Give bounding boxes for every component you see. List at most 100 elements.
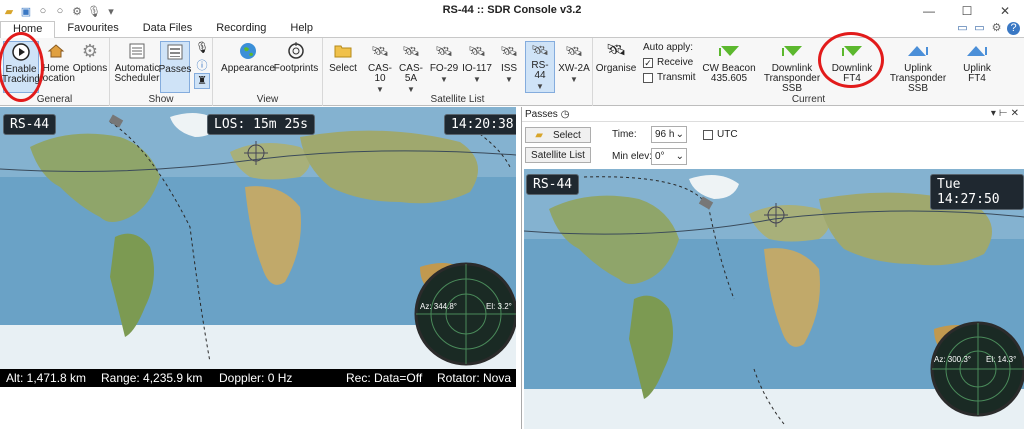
status-bar: Alt: 1,471.8 km Range: 4,235.9 km Dopple… bbox=[0, 369, 516, 387]
close-icon[interactable]: ✕ bbox=[986, 0, 1024, 22]
min-elev-select[interactable]: 0° ⌄ bbox=[651, 148, 687, 165]
satellite-iss-label: ISS bbox=[500, 63, 518, 74]
folder-icon: ▰ bbox=[535, 129, 543, 141]
chevron-down-icon[interactable]: ▾ bbox=[991, 108, 999, 119]
uplink-transponder-ssb-button[interactable]: Uplink Transponder SSB bbox=[883, 41, 953, 94]
minimize-icon[interactable]: — bbox=[910, 0, 948, 22]
gear-icon[interactable]: ⚙ bbox=[990, 22, 1003, 35]
satellite-iss[interactable]: 🛰 ISS ▼ bbox=[496, 41, 522, 85]
gear-icon[interactable]: ⚙ bbox=[70, 4, 84, 18]
time-value: 96 h bbox=[655, 129, 675, 140]
chevron-down-icon[interactable]: ▼ bbox=[473, 75, 481, 85]
world-map[interactable] bbox=[0, 107, 516, 387]
passes-title: Passes bbox=[525, 108, 558, 120]
passes-clock-display: Tue 14:27:50 bbox=[930, 174, 1024, 210]
person-icon[interactable]: ♜ bbox=[194, 73, 210, 89]
maximize-icon[interactable]: ☐ bbox=[948, 0, 986, 22]
satellite-rs-44[interactable]: 🛰 RS-44 ▼ bbox=[525, 41, 555, 93]
circle-icon[interactable]: ○ bbox=[36, 4, 50, 18]
automatic-scheduler-button[interactable]: Automatic Scheduler bbox=[114, 41, 160, 84]
folder-icon[interactable]: ▰ bbox=[2, 4, 16, 18]
dropdown-icon[interactable]: ▾ bbox=[104, 4, 118, 18]
appearance-label: Appearance bbox=[221, 63, 275, 74]
tab-data-files[interactable]: Data Files bbox=[131, 21, 205, 37]
organise-button[interactable]: 🛰 Organise bbox=[596, 41, 637, 74]
clock-icon: ◷ bbox=[560, 108, 570, 120]
passes-pane-header: Passes ◷ ▾⊢✕ bbox=[522, 107, 1024, 122]
microphone-icon[interactable]: 🎙 bbox=[194, 41, 210, 57]
uplink-ft4-button[interactable]: Uplink FT4 bbox=[957, 41, 997, 84]
satellite-icon: 🛰 bbox=[402, 43, 420, 59]
monitor-icon[interactable]: ▭ bbox=[973, 22, 986, 35]
satellite-fo-29-label: FO-29 bbox=[429, 63, 459, 74]
time-select[interactable]: 96 h ⌄ bbox=[651, 126, 687, 143]
utc-checkbox[interactable]: UTC bbox=[703, 129, 738, 140]
los-countdown: LOS: 15m 25s bbox=[207, 114, 315, 135]
appearance-button[interactable]: Appearance bbox=[221, 41, 275, 74]
cw-beacon-button[interactable]: CW Beacon 435.605 bbox=[701, 41, 757, 84]
auto-apply-title: Auto apply: bbox=[643, 42, 694, 53]
microphone-icon[interactable]: 🎙 bbox=[87, 4, 101, 18]
passes-label: Passes bbox=[158, 64, 192, 75]
footprints-button[interactable]: Footprints bbox=[273, 41, 319, 74]
tab-recording[interactable]: Recording bbox=[204, 21, 278, 37]
satellite-cas-5a[interactable]: 🛰 CAS-5A ▼ bbox=[395, 41, 427, 95]
tab-help[interactable]: Help bbox=[278, 21, 325, 37]
circle-icon[interactable]: ○ bbox=[53, 4, 67, 18]
folder-icon bbox=[333, 41, 353, 61]
satellite-cas-10[interactable]: 🛰 CAS-10 ▼ bbox=[365, 41, 395, 95]
passes-controls: ▰ Select Satellite List Time: 96 h ⌄ UTC M… bbox=[522, 123, 1024, 169]
ribbon: Enable Tracking Home Location ⚙ Options … bbox=[0, 32, 1024, 106]
satellite-fo-29[interactable]: 🛰 FO-29 ▼ bbox=[429, 41, 459, 85]
satellite-list-button[interactable]: Satellite List bbox=[525, 147, 591, 163]
help-icon[interactable]: ? bbox=[1007, 22, 1020, 35]
group-current: 🛰 Organise Auto apply: ✓ Receive Transmit… bbox=[593, 38, 1024, 106]
uplink-transponder-ssb-label: Uplink Transponder SSB bbox=[889, 63, 947, 94]
tab-favourites[interactable]: Favourites bbox=[55, 21, 130, 37]
info-icon[interactable]: ⓘ bbox=[194, 57, 210, 73]
passes-button[interactable]: Passes bbox=[158, 41, 192, 93]
pin-icon[interactable]: ⊢ bbox=[999, 108, 1011, 119]
select-button[interactable]: Select bbox=[328, 41, 358, 74]
satellite-xw-2a-label: XW-2A bbox=[558, 63, 590, 74]
window-title: RS-44 :: SDR Console v3.2 bbox=[442, 4, 582, 16]
window-icon[interactable]: ▣ bbox=[19, 4, 33, 18]
automatic-scheduler-label: Automatic Scheduler bbox=[114, 63, 160, 84]
pane-controls: ▾⊢✕ bbox=[991, 108, 1022, 119]
organise-icon: 🛰 bbox=[605, 42, 627, 59]
satellite-icon: 🛰 bbox=[468, 43, 486, 59]
satellite-io-117[interactable]: 🛰 IO-117 ▼ bbox=[461, 41, 493, 85]
passes-select-button[interactable]: ▰ Select bbox=[525, 127, 591, 143]
options-button[interactable]: ⚙ Options bbox=[72, 41, 108, 74]
group-caption-view: View bbox=[256, 94, 279, 105]
transmit-checkbox[interactable]: Transmit bbox=[643, 72, 703, 83]
satellite-cas-10-label: CAS-10 bbox=[368, 63, 392, 84]
chevron-down-icon: ⌄ bbox=[675, 129, 684, 140]
satellite-xw-2a[interactable]: 🛰 XW-2A ▼ bbox=[558, 41, 590, 85]
chevron-down-icon[interactable]: ▼ bbox=[440, 75, 448, 85]
satellite-icon: 🛰 bbox=[565, 43, 583, 59]
receive-checkbox[interactable]: ✓ Receive bbox=[643, 57, 703, 68]
home-location-button[interactable]: Home Location bbox=[37, 41, 75, 84]
close-icon[interactable]: ✕ bbox=[1011, 108, 1022, 119]
chevron-down-icon[interactable]: ▼ bbox=[570, 75, 578, 85]
transmit-label: Transmit bbox=[657, 72, 696, 83]
small-icon-stack: 🎙 ⓘ ♜ bbox=[194, 41, 210, 89]
uplink-ft4-label: Uplink FT4 bbox=[963, 63, 991, 84]
gear-icon: ⚙ bbox=[81, 41, 99, 61]
downlink-transponder-ssb-button[interactable]: Downlink Transponder SSB bbox=[757, 41, 827, 94]
home-icon bbox=[46, 41, 66, 61]
checkbox-icon[interactable] bbox=[643, 72, 653, 83]
passes-select-label: Select bbox=[552, 129, 581, 141]
monitor-icon[interactable]: ▭ bbox=[956, 22, 969, 35]
group-satellite-list: Select 🛰 CAS-10 ▼ 🛰 CAS-5A ▼ 🛰 FO-29 ▼ 🛰 IO-117… bbox=[323, 38, 593, 106]
doppler-readout: Doppler: 0 Hz bbox=[219, 371, 293, 385]
checkmark-icon[interactable]: ✓ bbox=[643, 57, 653, 68]
passes-map[interactable]: RS-44 Tue 14:27:50 Az: 300.3° El: 14.3° bbox=[524, 169, 1024, 429]
globe-icon bbox=[238, 41, 258, 61]
downlink-transponder-ssb-label: Downlink Transponder SSB bbox=[763, 63, 821, 94]
altitude-readout: Alt: 1,471.8 km bbox=[6, 371, 87, 385]
chevron-down-icon[interactable]: ▼ bbox=[505, 75, 513, 85]
checkbox-icon[interactable] bbox=[703, 129, 713, 140]
chevron-down-icon[interactable]: ▼ bbox=[536, 82, 544, 92]
